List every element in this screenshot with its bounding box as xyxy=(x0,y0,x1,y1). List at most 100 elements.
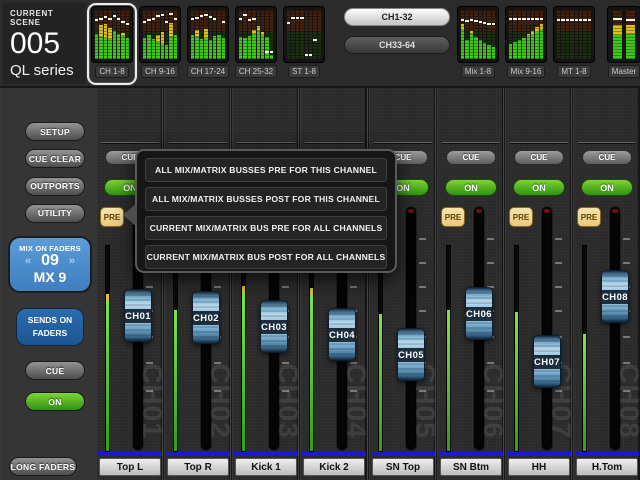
sidebar-button-setup[interactable]: SETUP xyxy=(25,122,85,141)
fader-tick-mark xyxy=(419,262,426,264)
meter-bar-fill xyxy=(99,37,102,59)
meter-bar-fill xyxy=(204,38,207,59)
strip-vertical-divider xyxy=(298,88,299,480)
meter-bar xyxy=(156,10,159,59)
meter-bar xyxy=(313,10,316,59)
fader-cap[interactable]: CH05 xyxy=(397,328,425,381)
popup-tail-pointer xyxy=(123,203,137,227)
channel-name-plate[interactable]: SN Btm xyxy=(440,458,502,476)
long-faders-button[interactable]: LONG FADERS xyxy=(9,457,77,476)
layer-button-ch1-32[interactable]: CH1-32 xyxy=(344,8,450,26)
channel-cue-button[interactable]: CUE xyxy=(582,150,632,165)
meter-bar xyxy=(465,10,468,59)
meter-bank-ch-17-24[interactable]: CH 17-24 xyxy=(186,6,230,82)
mix-on-faders-panel[interactable]: MIX ON FADERS « 09 » MX 9 xyxy=(8,236,92,293)
channel-pre-badge[interactable]: PRE xyxy=(577,207,601,227)
sidebar-button-utility[interactable]: UTILITY xyxy=(25,204,85,223)
channel-pre-badge[interactable]: PRE xyxy=(509,207,533,227)
meter-peak-mark xyxy=(513,18,516,20)
meter-bar-fill xyxy=(540,30,543,59)
channel-on-button[interactable]: ON xyxy=(513,179,565,196)
fader-cap[interactable]: CH01 xyxy=(124,289,152,342)
channel-pre-badge[interactable]: PRE xyxy=(441,207,465,227)
fader-cap[interactable]: CH04 xyxy=(328,308,356,361)
meter-peak-mark xyxy=(492,23,495,25)
meter-bank-st-1-8[interactable]: ST 1-8 xyxy=(282,6,326,82)
meter-bank-mix-9-16[interactable]: Mix 9-16 xyxy=(504,6,548,82)
meter-peak-mark xyxy=(152,18,155,20)
meter-bar-yellow xyxy=(527,34,530,36)
fader-cap[interactable]: CH08 xyxy=(601,270,629,323)
meter-bar-fill xyxy=(518,40,521,59)
meter-peak-mark xyxy=(165,21,168,23)
channel-on-button[interactable]: ON xyxy=(581,179,633,196)
channel-strip-ch04: CUEONPRECH04Kick 2CH04 xyxy=(300,88,366,480)
meter-peak-mark xyxy=(191,18,194,20)
meter-bar-fill xyxy=(626,34,635,59)
meter-bar-fill xyxy=(470,34,473,59)
popup-item-3[interactable]: CURRENT MIX/MATRIX BUS PRE FOR ALL CHANN… xyxy=(145,216,387,240)
meter-bar-fill xyxy=(156,42,159,59)
channel-pre-badge[interactable]: PRE xyxy=(100,207,124,227)
channel-meter-fill xyxy=(106,301,109,451)
meter-bank-ch-9-16[interactable]: CH 9-16 xyxy=(138,6,182,82)
sidebar-on-button[interactable]: ON xyxy=(25,392,85,411)
meter-bank-display xyxy=(139,6,181,63)
channel-ghost-label: CH04 xyxy=(343,346,369,456)
mix-prev-icon[interactable]: « xyxy=(25,256,31,267)
mix-next-icon[interactable]: » xyxy=(69,256,75,267)
fader-cap[interactable]: CH06 xyxy=(465,287,493,340)
fader-tick-mark xyxy=(555,238,562,240)
meter-bank-ch-1-8[interactable]: CH 1-8 xyxy=(90,6,134,82)
channel-name-plate[interactable]: Kick 2 xyxy=(303,458,365,476)
meter-bar-yellow xyxy=(121,33,124,36)
popup-item-4[interactable]: CURRENT MIX/MATRIX BUS POST FOR ALL CHAN… xyxy=(145,245,387,269)
channel-cue-button[interactable]: CUE xyxy=(446,150,496,165)
sends-on-faders-button[interactable]: SENDS ON FADERS xyxy=(16,308,84,346)
meter-bar-yellow xyxy=(195,30,198,38)
meter-bank-master[interactable]: Master xyxy=(602,6,640,82)
strip-divider xyxy=(101,142,159,143)
meter-bar xyxy=(531,10,534,59)
meter-bar xyxy=(270,10,273,59)
meter-peak-mark xyxy=(222,21,225,23)
channel-name-plate[interactable]: Top R xyxy=(167,458,229,476)
meter-bar xyxy=(626,10,635,59)
popup-item-1[interactable]: ALL MIX/MATRIX BUSSES PRE FOR THIS CHANN… xyxy=(145,158,387,182)
meter-peak-mark xyxy=(200,15,203,17)
fader-cap[interactable]: CH07 xyxy=(533,335,561,388)
meter-bar-fill xyxy=(483,43,486,59)
meter-bar-yellow xyxy=(540,24,543,30)
meter-bar xyxy=(479,10,482,59)
meter-bar-fill xyxy=(113,31,116,59)
channel-name-plate[interactable]: SN Top xyxy=(372,458,434,476)
sidebar-cue-button[interactable]: CUE xyxy=(25,361,85,380)
meter-bank-mix-1-8[interactable]: Mix 1-8 xyxy=(456,6,500,82)
meter-bar xyxy=(575,10,578,59)
meter-peak-mark xyxy=(531,18,534,20)
layer-button-ch33-64[interactable]: CH33-64 xyxy=(344,36,450,54)
meter-bank-mt-1-8[interactable]: MT 1-8 xyxy=(552,6,596,82)
channel-name-plate[interactable]: Top L xyxy=(99,458,161,476)
channel-name-plate[interactable]: H.Tom xyxy=(576,458,638,476)
fader-cap[interactable]: CH02 xyxy=(192,291,220,344)
fader-cap[interactable]: CH03 xyxy=(260,300,288,353)
meter-peak-mark xyxy=(483,22,486,24)
meter-peak-mark xyxy=(126,23,129,25)
channel-name-plate[interactable]: HH xyxy=(508,458,570,476)
sidebar-button-cue-clear[interactable]: CUE CLEAR xyxy=(25,149,85,168)
channel-on-button[interactable]: ON xyxy=(445,179,497,196)
channel-name-plate[interactable]: Kick 1 xyxy=(235,458,297,476)
current-scene-panel[interactable]: CURRENT SCENE 005 QL series xyxy=(3,3,86,84)
sidebar-button-outports[interactable]: OUTPORTS xyxy=(25,177,85,196)
meter-bar xyxy=(209,10,212,59)
meter-peak-mark xyxy=(156,15,159,17)
meter-bank-ch-25-32[interactable]: CH 25-32 xyxy=(234,6,278,82)
strip-bottom-bar xyxy=(575,452,639,456)
channel-cue-button[interactable]: CUE xyxy=(514,150,564,165)
meter-peak-mark xyxy=(291,17,294,19)
meter-bar xyxy=(522,10,525,59)
popup-item-2[interactable]: ALL MIX/MATRIX BUSSES POST FOR THIS CHAN… xyxy=(145,187,387,211)
meter-bank-display xyxy=(91,6,133,63)
meter-bar xyxy=(509,10,512,59)
